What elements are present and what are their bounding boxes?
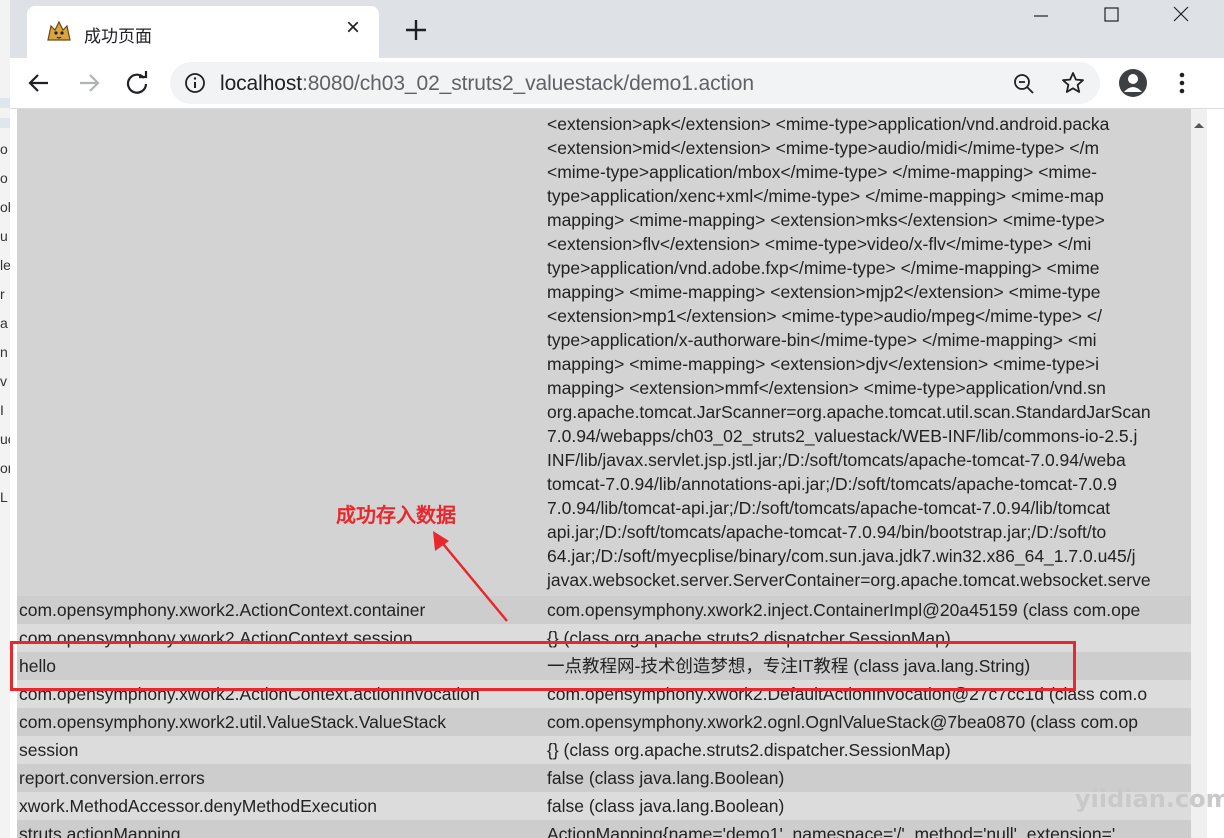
table-row: xwork.MethodAccessor.denyMethodExecution… <box>17 792 1191 820</box>
key-cell <box>17 109 545 596</box>
watermark: yiidian.com <box>1075 785 1224 813</box>
reload-icon[interactable] <box>122 68 152 98</box>
value-line: type>application/vnd.adobe.fxp</mime-typ… <box>547 258 1100 278</box>
tomcat-favicon-icon <box>45 18 73 44</box>
value-line: <extension>flv</extension> <mime-type>vi… <box>547 234 1092 254</box>
value-cell: {} (class org.apache.struts2.dispatcher.… <box>545 736 1191 764</box>
table-row: <extension>apk</extension> <mime-type>ap… <box>17 109 1191 596</box>
value-line: tomcat-7.0.94/lib/annotations-api.jar;/D… <box>547 474 1118 494</box>
table-row: com.opensymphony.xwork2.ActionContext.co… <box>17 596 1191 624</box>
background-window-text: I <box>0 402 4 418</box>
table-row: com.opensymphony.xwork2.util.ValueStack.… <box>17 708 1191 736</box>
tab-strip: 成功页面 × <box>10 0 1224 58</box>
background-window-text: u <box>0 228 8 244</box>
value-cell: ActionMapping{name='demo1', namespace='/… <box>545 820 1191 838</box>
key-cell: xwork.MethodAccessor.denyMethodExecution <box>17 792 545 820</box>
background-window-text: o <box>0 170 8 186</box>
close-icon[interactable]: × <box>343 16 363 40</box>
value-line: 7.0.94/webapps/ch03_02_struts2_valuestac… <box>547 426 1138 446</box>
tab-title: 成功页面 <box>84 27 152 46</box>
background-window-bar <box>0 98 10 108</box>
key-cell: struts.actionMapping <box>17 820 545 838</box>
value-line: 7.0.94/lib/tomcat-api.jar;/D:/soft/tomca… <box>547 498 1111 518</box>
url-text[interactable]: localhost:8080/ch03_02_struts2_valuestac… <box>220 72 754 96</box>
value-line: type>application/x-authorware-bin</mime-… <box>547 330 1097 350</box>
zoom-icon[interactable] <box>1012 72 1036 96</box>
browser-window: 成功页面 × localhost:8080/ch03_02_struts2_va… <box>10 0 1224 838</box>
value-cell: com.opensymphony.xwork2.ognl.OgnlValueSt… <box>545 708 1191 736</box>
background-window-text: ok <box>0 199 10 215</box>
key-cell: com.opensymphony.xwork2.util.ValueStack.… <box>17 708 545 736</box>
address-bar[interactable]: localhost:8080/ch03_02_struts2_valuestac… <box>170 62 1100 104</box>
value-line: api.jar;/D:/soft/tomcats/apache-tomcat-7… <box>547 522 1107 542</box>
table-row: report.conversion.errors false (class jav… <box>17 764 1191 792</box>
star-icon[interactable] <box>1060 70 1086 96</box>
window-close-icon[interactable] <box>1164 4 1198 26</box>
minimize-icon[interactable] <box>1024 4 1058 26</box>
background-window-text: v <box>0 373 7 389</box>
value-line: mapping> <mime-mapping> <extension>djv</… <box>547 354 1100 374</box>
background-window-text: ue <box>0 431 10 447</box>
background-window-text: L <box>0 489 8 505</box>
background-window-sliver: oo ok u le ranvIue or L <box>0 0 10 838</box>
value-line: mapping> <mime-mapping> <extension>mks</… <box>547 210 1105 230</box>
background-window-text: o <box>0 141 8 157</box>
vertical-scrollbar[interactable] <box>1191 109 1207 838</box>
kebab-menu-icon[interactable] <box>1170 68 1194 98</box>
value-line: <extension>mid</extension> <mime-type>au… <box>547 138 1100 158</box>
account-icon[interactable] <box>1118 68 1148 98</box>
browser-toolbar: localhost:8080/ch03_02_struts2_valuestac… <box>10 58 1224 109</box>
url-path: :8080/ch03_02_struts2_valuestack/demo1.a… <box>301 72 754 95</box>
value-cell: com.opensymphony.xwork2.inject.Container… <box>545 596 1191 624</box>
url-host: localhost <box>220 72 302 95</box>
table-row: struts.actionMapping ActionMapping{name='… <box>17 820 1191 838</box>
value-line: org.apache.tomcat.JarScanner=org.apache.… <box>547 402 1151 422</box>
value-line: <extension>mp1</extension> <mime-type>au… <box>547 306 1102 326</box>
background-window-text: le <box>0 257 10 273</box>
background-window-text: or <box>0 460 10 476</box>
background-window-bar <box>0 118 10 128</box>
value-line: 64.jar;/D:/soft/myecplise/binary/com.sun… <box>547 546 1136 566</box>
info-icon[interactable] <box>184 72 206 94</box>
plus-icon[interactable] <box>402 16 430 44</box>
scroll-up-icon[interactable] <box>1191 117 1207 133</box>
table-row: session{} (class org.apache.struts2.disp… <box>17 736 1191 764</box>
active-tab[interactable]: 成功页面 × <box>27 6 379 58</box>
arrow-right-icon[interactable] <box>74 68 104 98</box>
value-line: <mime-type>application/mbox</mime-type> … <box>547 162 1098 182</box>
arrow-left-icon[interactable] <box>24 68 54 98</box>
value-line: javax.websocket.server.ServerContainer=o… <box>547 570 1151 590</box>
maximize-icon[interactable] <box>1094 4 1128 26</box>
highlight-box <box>10 641 1076 691</box>
annotation-label: 成功存入数据 <box>336 505 456 527</box>
value-line: mapping> <extension>mmf</extension> <mim… <box>547 378 1106 398</box>
background-window-text: r <box>0 286 5 302</box>
annotation-arrow <box>433 531 508 622</box>
page-content: <extension>apk</extension> <mime-type>ap… <box>10 109 1224 838</box>
background-window-text: n <box>0 344 8 360</box>
key-cell: session <box>17 736 545 764</box>
value-stack-table: <extension>apk</extension> <mime-type>ap… <box>17 109 1191 838</box>
value-line: <extension>apk</extension> <mime-type>ap… <box>547 114 1110 134</box>
key-cell: report.conversion.errors <box>17 764 545 792</box>
value-cell: <extension>apk</extension> <mime-type>ap… <box>545 109 1191 596</box>
value-line: mapping> <mime-mapping> <extension>mjp2<… <box>547 282 1101 302</box>
value-line: INF/lib/javax.servlet.jsp.jstl.jar;/D:/s… <box>547 450 1126 470</box>
background-window-text: a <box>0 315 8 331</box>
value-line: type>application/xenc+xml</mime-type> </… <box>547 186 1104 206</box>
